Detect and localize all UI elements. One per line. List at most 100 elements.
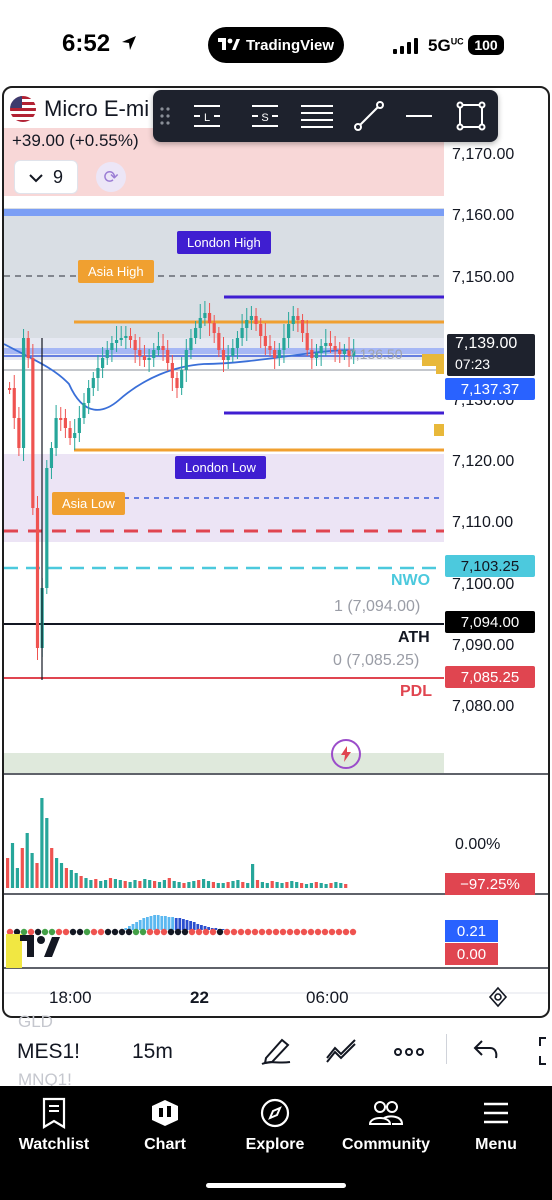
oscillator-histogram[interactable] bbox=[124, 915, 225, 930]
oscillator-dot bbox=[286, 928, 294, 936]
tab-explore[interactable]: Explore bbox=[225, 1096, 325, 1154]
oscillator-dot bbox=[188, 928, 196, 936]
candle-body bbox=[142, 356, 147, 360]
nwo-price-tag[interactable]: 7,103.25 bbox=[445, 555, 535, 577]
asia-low-label[interactable]: Asia Low bbox=[52, 492, 125, 515]
drag-handle-icon[interactable] bbox=[155, 98, 175, 134]
app-pill[interactable]: TradingView bbox=[208, 27, 344, 63]
candle-body bbox=[235, 338, 240, 348]
oscillator-dot bbox=[153, 928, 161, 936]
ath-price-tag[interactable]: 7,094.00 bbox=[445, 611, 535, 633]
oscillator-dot bbox=[237, 928, 245, 936]
undo-icon[interactable] bbox=[472, 1038, 500, 1067]
tab-community[interactable]: Community bbox=[336, 1096, 436, 1154]
candle-body bbox=[300, 320, 305, 333]
volume-bar bbox=[84, 878, 88, 888]
volume-bar bbox=[255, 880, 260, 888]
community-icon bbox=[336, 1096, 436, 1130]
tab-menu[interactable]: Menu bbox=[446, 1096, 546, 1154]
london-low-label[interactable]: London Low bbox=[175, 456, 266, 479]
oscillator-dot bbox=[314, 928, 322, 936]
oscillator-value-tag[interactable]: 0.21 bbox=[445, 920, 498, 942]
volume-bar bbox=[265, 883, 269, 888]
bar-countdown: 07:23 bbox=[455, 356, 491, 372]
tab-chart[interactable]: Chart bbox=[115, 1096, 215, 1154]
oscillator-value-tag[interactable]: 0.00 bbox=[445, 943, 498, 965]
candle-body bbox=[245, 320, 249, 328]
volume-histogram[interactable] bbox=[6, 798, 348, 888]
price-axis-label: 7,160.00 bbox=[452, 207, 515, 224]
oscillator-dot bbox=[349, 928, 357, 936]
fullscreen-icon[interactable] bbox=[532, 1036, 552, 1071]
candle-body bbox=[217, 333, 221, 350]
symbol-selector[interactable]: MES1! bbox=[17, 1040, 80, 1064]
volume-bar bbox=[99, 881, 103, 888]
volume-bar bbox=[216, 883, 220, 888]
rectangle-icon[interactable] bbox=[451, 98, 491, 134]
oscillator-dot bbox=[97, 928, 105, 936]
horizontal-line-icon[interactable] bbox=[399, 98, 439, 134]
indicators-icon[interactable] bbox=[325, 1036, 359, 1069]
time-axis-label: 18:00 bbox=[49, 988, 92, 1007]
candle-body bbox=[221, 350, 226, 360]
volume-bar bbox=[339, 883, 343, 888]
oscillator-bar bbox=[160, 916, 164, 930]
current-price-tag[interactable]: 7,139.00 07:23 bbox=[447, 334, 535, 376]
candle-body bbox=[82, 403, 86, 418]
asia-high-label[interactable]: Asia High bbox=[78, 260, 154, 283]
candle-body bbox=[268, 346, 272, 350]
trend-line-icon[interactable] bbox=[349, 98, 389, 134]
timeframe-selector[interactable]: 15m bbox=[132, 1040, 173, 1064]
volume-bar bbox=[290, 881, 294, 888]
pdl-price-tag[interactable]: 7,085.25 bbox=[445, 666, 535, 688]
price-axis-label: 7,150.00 bbox=[452, 269, 515, 286]
legend-collapse-button[interactable]: 9 bbox=[14, 160, 78, 194]
long-position-icon[interactable]: L bbox=[187, 98, 227, 134]
candle-body bbox=[63, 418, 67, 428]
drawing-toolbar[interactable]: L S bbox=[153, 90, 498, 142]
oscillator-bar bbox=[167, 917, 171, 930]
oscillator-bar bbox=[138, 920, 142, 930]
volume-bar bbox=[344, 884, 348, 888]
oscillator-dot bbox=[90, 928, 98, 936]
candle-body bbox=[310, 350, 314, 358]
tab-watchlist[interactable]: Watchlist bbox=[4, 1096, 104, 1154]
indicator-value-tag[interactable]: −97.25% bbox=[445, 873, 535, 895]
oscillator-dot bbox=[251, 928, 259, 936]
short-position-icon[interactable]: S bbox=[245, 98, 285, 134]
oscillator-dot bbox=[230, 928, 238, 936]
volume-bar bbox=[79, 876, 83, 888]
oscillator-bar bbox=[131, 924, 135, 930]
volume-bar bbox=[69, 870, 73, 888]
london-high-label[interactable]: London High bbox=[177, 231, 271, 254]
oscillator-bar bbox=[146, 917, 149, 930]
oscillator-dot bbox=[258, 928, 266, 936]
volume-bar bbox=[270, 881, 274, 888]
volume-bar bbox=[113, 879, 117, 888]
oscillator-bar bbox=[189, 921, 192, 930]
candle-body bbox=[138, 350, 142, 356]
volume-bar bbox=[221, 883, 225, 888]
app-pill-label: TradingView bbox=[245, 36, 335, 54]
fib-levels-icon[interactable] bbox=[297, 98, 337, 134]
oscillator-dot bbox=[69, 928, 77, 936]
ma-price-tag[interactable]: 7,137.37 bbox=[445, 378, 535, 400]
symbol-legend[interactable]: Micro E-mi bbox=[10, 94, 149, 124]
faded-price-label: 7,136.50 bbox=[348, 346, 403, 362]
volume-bar bbox=[329, 883, 333, 888]
draw-pen-icon[interactable] bbox=[260, 1034, 294, 1071]
chart-settings-icon[interactable] bbox=[487, 986, 509, 1013]
oscillator-dot bbox=[125, 928, 133, 936]
candle-body bbox=[342, 350, 346, 354]
home-indicator[interactable] bbox=[206, 1183, 346, 1188]
volume-bar bbox=[6, 858, 10, 888]
candle-body bbox=[198, 318, 202, 328]
sync-button[interactable]: ⟳ bbox=[96, 162, 126, 192]
oscillator-dot bbox=[83, 928, 91, 936]
lightning-alert-icon[interactable] bbox=[331, 739, 361, 769]
candle-body bbox=[73, 433, 77, 438]
more-icon[interactable] bbox=[393, 1044, 425, 1062]
volume-bar bbox=[241, 882, 245, 888]
candle-body bbox=[17, 418, 21, 448]
oscillator-dot bbox=[223, 928, 231, 936]
